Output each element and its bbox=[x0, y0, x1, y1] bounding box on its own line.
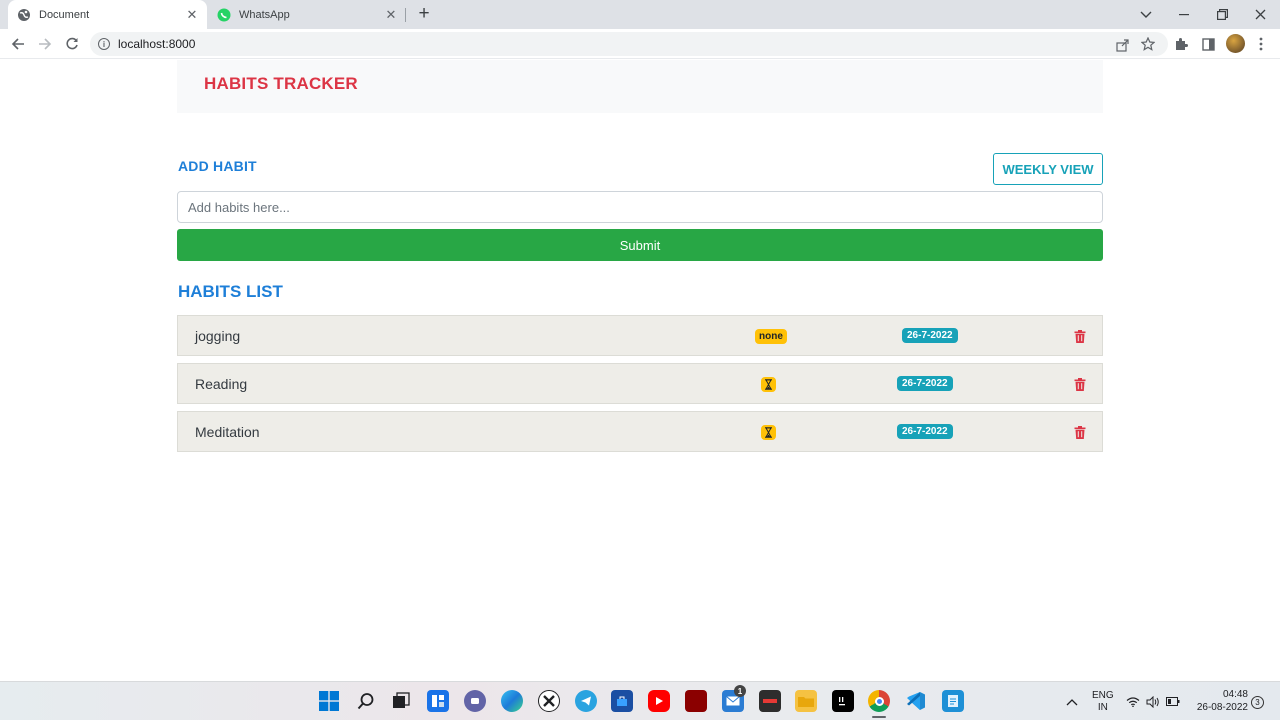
close-tab-icon[interactable]: ✕ bbox=[383, 7, 399, 23]
region-code: IN bbox=[1097, 701, 1108, 713]
search-icon[interactable] bbox=[355, 690, 377, 712]
habits-list-heading: HABITS LIST bbox=[178, 282, 283, 301]
habit-row[interactable]: jogging none 26-7-2022 bbox=[177, 315, 1103, 356]
youtube-icon[interactable] bbox=[648, 690, 670, 712]
new-tab-icon[interactable]: + bbox=[414, 3, 434, 24]
date-badge: 26-7-2022 bbox=[897, 424, 953, 439]
bookmark-star-icon[interactable] bbox=[1140, 36, 1156, 52]
widgets-icon[interactable] bbox=[427, 690, 449, 712]
restore-icon[interactable] bbox=[1203, 0, 1241, 29]
teams-chat-icon[interactable] bbox=[464, 690, 486, 712]
tab-whatsapp[interactable]: WhatsApp ✕ bbox=[208, 0, 406, 29]
globe-icon bbox=[17, 8, 31, 22]
vscode-icon[interactable] bbox=[905, 690, 927, 712]
wifi-icon[interactable] bbox=[1126, 682, 1140, 720]
close-window-icon[interactable] bbox=[1241, 0, 1279, 29]
show-hidden-icons-chevron-icon[interactable] bbox=[1066, 682, 1078, 720]
back-arrow-icon[interactable] bbox=[7, 34, 29, 54]
hourglass-icon[interactable] bbox=[761, 377, 776, 392]
hourglass-icon[interactable] bbox=[761, 425, 776, 440]
habit-name: Meditation bbox=[195, 424, 260, 440]
os-taskbar: 1 ENG IN 04:48 26-08-2022 3 bbox=[0, 681, 1280, 720]
browser-toolbar: i localhost:8000 bbox=[0, 29, 1280, 59]
mail-badge: 1 bbox=[734, 685, 746, 697]
notification-count-badge[interactable]: 3 bbox=[1251, 696, 1264, 709]
share-icon[interactable] bbox=[1114, 37, 1130, 53]
app-dark-icon[interactable] bbox=[759, 690, 781, 712]
telegram-icon[interactable] bbox=[575, 690, 597, 712]
edge-browser-icon[interactable] bbox=[501, 690, 523, 712]
weekly-view-button[interactable]: WEEKLY VIEW bbox=[993, 153, 1103, 185]
menu-kebab-icon[interactable] bbox=[1252, 35, 1270, 53]
tab-title: WhatsApp bbox=[239, 8, 290, 21]
task-view-icon[interactable] bbox=[390, 690, 412, 712]
profile-avatar[interactable] bbox=[1226, 34, 1245, 53]
add-habit-heading: ADD HABIT bbox=[178, 158, 257, 174]
address-bar[interactable]: i localhost:8000 bbox=[90, 32, 1168, 56]
forward-arrow-icon[interactable] bbox=[34, 34, 56, 54]
submit-button[interactable]: Submit bbox=[177, 229, 1103, 261]
minimize-icon[interactable] bbox=[1165, 0, 1203, 29]
system-clock[interactable]: 04:48 26-08-2022 bbox=[1188, 688, 1248, 714]
app-red-icon[interactable] bbox=[685, 690, 707, 712]
date-badge: 26-7-2022 bbox=[897, 376, 953, 391]
language-indicator[interactable]: ENG IN bbox=[1092, 682, 1114, 720]
clock-date: 26-08-2022 bbox=[1196, 702, 1248, 713]
language-code: ENG bbox=[1092, 689, 1114, 701]
app-brand[interactable]: HABITS TRACKER bbox=[204, 74, 358, 94]
trash-icon[interactable] bbox=[1073, 376, 1087, 392]
close-tab-icon[interactable]: ✕ bbox=[184, 7, 200, 23]
extensions-puzzle-icon[interactable] bbox=[1172, 35, 1190, 53]
site-info-icon[interactable]: i bbox=[98, 38, 110, 50]
chrome-icon[interactable] bbox=[868, 690, 890, 712]
store-bag-icon[interactable] bbox=[611, 690, 633, 712]
habits-list: jogging none 26-7-2022 Reading 26-7-2022… bbox=[177, 315, 1103, 459]
date-badge: 26-7-2022 bbox=[902, 328, 958, 343]
browser-tabstrip: Document ✕ WhatsApp ✕ + bbox=[0, 0, 1280, 29]
tab-separator bbox=[405, 8, 406, 22]
windows-start-icon[interactable] bbox=[318, 690, 340, 712]
notepad-icon[interactable] bbox=[942, 690, 964, 712]
file-explorer-icon[interactable] bbox=[795, 690, 817, 712]
reload-icon[interactable] bbox=[61, 34, 83, 54]
clock-time: 04:48 bbox=[1222, 689, 1248, 700]
tab-document[interactable]: Document ✕ bbox=[8, 0, 207, 29]
habit-name: Reading bbox=[195, 376, 248, 392]
side-panel-icon[interactable] bbox=[1199, 35, 1217, 53]
url-text: localhost:8000 bbox=[118, 37, 196, 51]
page-content: HABITS TRACKER ADD HABIT WEEKLY VIEW Sub… bbox=[0, 60, 1280, 681]
habit-row[interactable]: Reading 26-7-2022 bbox=[177, 363, 1103, 404]
mail-icon[interactable]: 1 bbox=[722, 685, 746, 712]
intellij-icon[interactable] bbox=[832, 690, 854, 712]
habit-input[interactable] bbox=[177, 191, 1103, 223]
trash-icon[interactable] bbox=[1073, 424, 1087, 440]
habit-name: jogging bbox=[195, 328, 241, 344]
app-navbar: HABITS TRACKER bbox=[177, 60, 1103, 113]
tab-title: Document bbox=[39, 8, 90, 21]
active-app-indicator bbox=[872, 716, 886, 718]
trash-icon[interactable] bbox=[1073, 328, 1087, 344]
tab-search-chevron-icon[interactable] bbox=[1127, 0, 1165, 29]
xbox-icon[interactable] bbox=[538, 690, 560, 712]
whatsapp-icon bbox=[217, 8, 231, 22]
habit-row[interactable]: Meditation 26-7-2022 bbox=[177, 411, 1103, 452]
battery-icon[interactable] bbox=[1166, 682, 1180, 720]
volume-icon[interactable] bbox=[1146, 682, 1160, 720]
status-badge[interactable]: none bbox=[755, 329, 787, 344]
